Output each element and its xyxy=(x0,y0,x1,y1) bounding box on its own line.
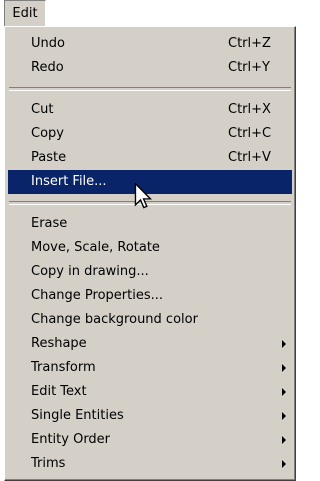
menu-item-shortcut: Ctrl+Z xyxy=(228,36,271,51)
menu-item-trims[interactable]: Trims xyxy=(8,452,292,476)
menu-item-undo[interactable]: Undo Ctrl+Z xyxy=(8,32,292,56)
menu-item-entity-order[interactable]: Entity Order xyxy=(8,428,292,452)
menu-item-cut[interactable]: Cut Ctrl+X xyxy=(8,98,292,122)
submenu-arrow-icon xyxy=(282,340,286,348)
menu-item-label: Redo xyxy=(31,60,64,75)
submenu-arrow-icon xyxy=(282,460,286,468)
submenu-arrow-icon xyxy=(282,412,286,420)
menu-item-copy[interactable]: Copy Ctrl+C xyxy=(8,122,292,146)
menu-item-change-background-color[interactable]: Change background color xyxy=(8,308,292,332)
edit-menu: Undo Ctrl+Z Redo Ctrl+Y Cut Ctrl+X Copy … xyxy=(4,26,296,481)
menu-item-paste[interactable]: Paste Ctrl+V xyxy=(8,146,292,170)
menu-item-copy-in-drawing[interactable]: Copy in drawing... xyxy=(8,260,292,284)
menu-item-transform[interactable]: Transform xyxy=(8,356,292,380)
menu-item-edit-text[interactable]: Edit Text xyxy=(8,380,292,404)
menu-item-label: Undo xyxy=(31,36,65,51)
menu-item-change-properties[interactable]: Change Properties... xyxy=(8,284,292,308)
submenu-arrow-icon xyxy=(282,436,286,444)
menu-item-label: Entity Order xyxy=(31,432,111,447)
menu-item-label: Change background color xyxy=(31,312,198,327)
menu-item-shortcut: Ctrl+X xyxy=(228,102,271,117)
menu-item-label: Erase xyxy=(31,216,68,231)
menu-item-label: Paste xyxy=(31,150,67,165)
menu-item-shortcut: Ctrl+C xyxy=(228,126,272,141)
menu-item-label: Single Entities xyxy=(31,408,124,423)
menu-item-label: Change Properties... xyxy=(31,288,163,303)
menu-item-move-scale-rotate[interactable]: Move, Scale, Rotate xyxy=(8,236,292,260)
menu-item-shortcut: Ctrl+Y xyxy=(228,60,270,75)
submenu-arrow-icon xyxy=(282,364,286,372)
menu-item-label: Trims xyxy=(31,456,66,471)
menubar-edit-label: Edit xyxy=(12,6,38,21)
menu-item-reshape[interactable]: Reshape xyxy=(8,332,292,356)
menu-item-single-entities[interactable]: Single Entities xyxy=(8,404,292,428)
menu-item-label: Move, Scale, Rotate xyxy=(31,240,160,255)
menu-item-label: Insert File... xyxy=(31,174,107,189)
menu-item-label: Copy in drawing... xyxy=(31,264,149,279)
menu-item-shortcut: Ctrl+V xyxy=(228,150,271,165)
menu-item-label: Copy xyxy=(31,126,64,141)
menu-item-erase[interactable]: Erase xyxy=(8,212,292,236)
menu-item-label: Transform xyxy=(31,360,96,375)
menu-separator xyxy=(9,87,291,91)
arrow-pointer-icon xyxy=(134,183,152,209)
menu-item-redo[interactable]: Redo Ctrl+Y xyxy=(8,56,292,80)
menu-item-label: Edit Text xyxy=(31,384,87,399)
menu-item-label: Reshape xyxy=(31,336,87,351)
submenu-arrow-icon xyxy=(282,388,286,396)
menubar-edit[interactable]: Edit xyxy=(4,0,46,26)
menu-item-label: Cut xyxy=(31,102,54,117)
